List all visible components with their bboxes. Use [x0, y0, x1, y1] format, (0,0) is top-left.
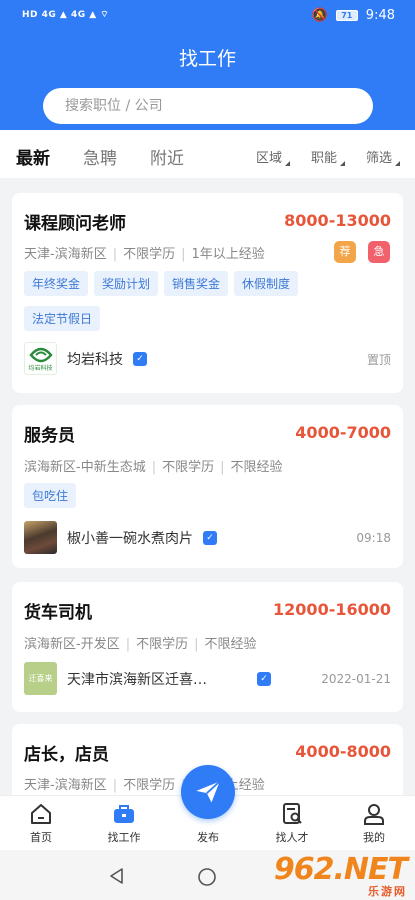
home-circle-icon[interactable] — [197, 867, 217, 887]
job-location: 天津-滨海新区 — [24, 778, 107, 793]
dropdown-triangle-icon — [395, 161, 401, 166]
nav-find-talent[interactable]: 找人才 — [262, 802, 322, 845]
briefcase-icon — [114, 805, 134, 823]
company-info[interactable]: 椒小善一碗水煮肉片 ✓ — [24, 521, 217, 554]
nav-home-label: 首页 — [30, 831, 52, 844]
job-education: 不限学历 — [123, 778, 176, 793]
watermark-main: 962.NET — [273, 852, 408, 887]
nav-mine-label: 我的 — [363, 831, 385, 844]
benefit-tags: 年终奖金 奖励计划 销售奖金 休假制度法定节假日 — [24, 271, 344, 341]
job-meta: 滨海新区-中新生态城 | 不限学历 | 不限经验 — [24, 460, 283, 475]
tab-urgent[interactable]: 急聘 — [83, 144, 117, 169]
nav-find-job-label: 找工作 — [107, 831, 141, 844]
publish-button[interactable] — [181, 765, 235, 819]
job-experience: 不限经验 — [230, 460, 283, 475]
job-salary: 4000-7000 — [295, 423, 391, 442]
company-logo — [24, 521, 57, 554]
benefit-tag: 奖励计划 — [94, 271, 159, 296]
filter-function[interactable]: 职能 — [311, 147, 346, 166]
filter-area[interactable]: 区域 — [256, 147, 291, 166]
tab-bar: 最新 急聘 附近 区域 职能 筛选 — [0, 130, 415, 178]
job-title: 货车司机 — [24, 603, 92, 623]
verified-icon: ✓ — [203, 530, 217, 545]
job-card[interactable]: 服务员 4000-7000 滨海新区-中新生态城 | 不限学历 | 不限经验 包吃住 椒… — [12, 405, 403, 568]
company-name: 椒小善一碗水煮肉片 — [67, 530, 193, 547]
watermark: 962.NET 乐游网 — [273, 852, 408, 899]
verified-icon: ✓ — [133, 351, 147, 366]
status-right: 🔕 71 9:48 — [312, 8, 395, 23]
post-date: 2022-01-21 — [321, 672, 391, 686]
company-name: 均岩科技 — [67, 351, 123, 368]
publish-label: 发布 — [197, 831, 219, 844]
job-education: 不限学历 — [136, 637, 189, 652]
benefit-tags: 包吃住 — [24, 483, 344, 518]
job-card[interactable]: 课程顾问老师 8000-13000 天津-滨海新区 | 不限学历 | 1年以上经验 荐 … — [12, 193, 403, 393]
verified-icon: ✓ — [257, 671, 271, 686]
mute-icon: 🔕 — [311, 8, 328, 23]
urgent-badge: 急 — [368, 241, 390, 263]
filter-more[interactable]: 筛选 — [366, 147, 401, 166]
paper-plane-icon — [196, 780, 221, 803]
battery-icon: 71 — [335, 10, 358, 21]
logo-text: 均岩科技 — [28, 365, 53, 372]
header: HD 4G ▲ 4G ▲ ⌔ 🔕 71 9:48 找工作 搜索职位 / 公司 — [0, 0, 415, 130]
tab-nearby[interactable]: 附近 — [150, 144, 184, 169]
benefit-tag: 包吃住 — [24, 483, 77, 508]
search-input[interactable]: 搜索职位 / 公司 — [43, 88, 373, 124]
page-title: 找工作 — [178, 48, 236, 70]
job-title: 课程顾问老师 — [24, 214, 126, 234]
benefit-tag: 休假制度 — [234, 271, 299, 296]
company-logo: 均岩科技 — [24, 342, 57, 375]
signal-icons: HD 4G ▲ 4G ▲ ⌔ — [22, 10, 110, 20]
job-meta: 天津-滨海新区|不限学历|1年以上经验 — [24, 247, 265, 262]
pinned-label: 置顶 — [366, 353, 391, 367]
job-salary: 8000-13000 — [284, 211, 391, 230]
job-experience: 不限经验 — [204, 637, 257, 652]
nav-find-talent-label: 找人才 — [275, 831, 309, 844]
job-salary: 12000-16000 — [273, 600, 391, 619]
benefit-tag: 销售奖金 — [164, 271, 229, 296]
job-title: 服务员 — [24, 426, 75, 446]
user-icon — [364, 804, 384, 825]
filter-area-label: 区域 — [256, 151, 283, 166]
home-icon — [31, 804, 51, 824]
resume-search-icon — [283, 803, 302, 824]
company-logo-mark-icon — [28, 347, 53, 363]
job-education: 不限学历 — [162, 460, 215, 475]
job-experience: 1年以上经验 — [191, 247, 265, 262]
post-time: 09:18 — [356, 531, 391, 545]
company-name: 天津市滨海新区迁喜… — [67, 671, 207, 688]
benefit-tag: 法定节假日 — [24, 306, 101, 331]
benefit-tag: 年终奖金 — [24, 271, 89, 296]
filter-more-label: 筛选 — [366, 151, 393, 166]
nav-find-job[interactable]: 找工作 — [94, 802, 154, 845]
job-location: 天津-滨海新区 — [24, 247, 107, 262]
job-location: 滨海新区-开发区 — [24, 637, 120, 652]
nav-mine[interactable]: 我的 — [344, 802, 404, 845]
dropdown-triangle-icon — [285, 161, 291, 166]
back-icon[interactable] — [108, 867, 126, 885]
company-info[interactable]: 迁喜来 天津市滨海新区迁喜… ✓ — [24, 662, 271, 695]
job-education: 不限学历 — [123, 247, 176, 262]
job-location: 滨海新区-中新生态城 — [24, 460, 146, 475]
company-info[interactable]: 均岩科技 均岩科技 ✓ — [24, 342, 147, 375]
job-meta: 滨海新区-开发区 | 不限学历 | 不限经验 — [24, 637, 257, 652]
recommended-badge: 荐 — [334, 241, 356, 263]
filter-function-label: 职能 — [311, 151, 338, 166]
tab-latest[interactable]: 最新 — [16, 144, 50, 169]
clock: 9:48 — [365, 8, 395, 23]
job-title: 店长，店员 — [24, 745, 109, 765]
company-logo: 迁喜来 — [24, 662, 57, 695]
status-bar: HD 4G ▲ 4G ▲ ⌔ 🔕 71 9:48 — [0, 0, 415, 32]
job-card[interactable]: 货车司机 12000-16000 滨海新区-开发区 | 不限学历 | 不限经验 迁喜来 … — [12, 582, 403, 712]
job-salary: 4000-8000 — [295, 742, 391, 761]
nav-home[interactable]: 首页 — [11, 802, 71, 845]
dropdown-triangle-icon — [340, 161, 346, 166]
